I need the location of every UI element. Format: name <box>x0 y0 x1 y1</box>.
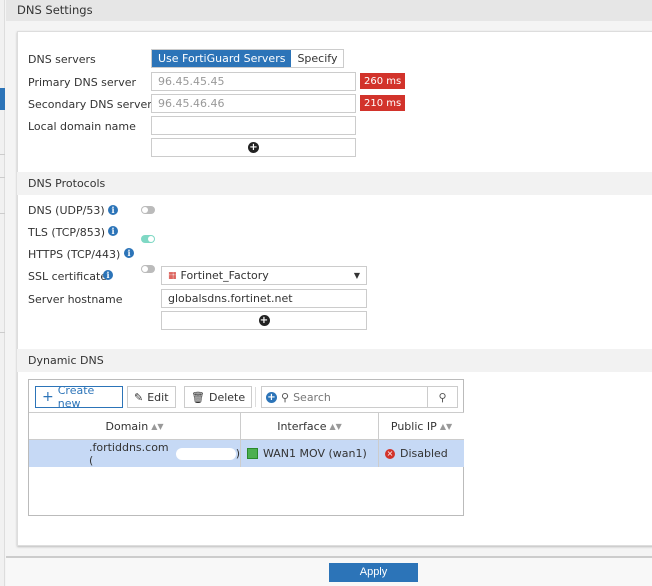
use-fortiguard-option[interactable]: Use FortiGuard Servers <box>152 50 292 67</box>
interface-value: WAN1 MOV (wan1) <box>263 447 367 460</box>
https-toggle[interactable] <box>141 265 155 273</box>
secondary-dns-field[interactable]: 96.45.46.46 <box>151 94 356 113</box>
info-icon[interactable]: i <box>108 226 118 236</box>
dynamic-dns-header: Dynamic DNS <box>17 349 652 372</box>
secondary-dns-label: Secondary DNS server <box>28 98 152 111</box>
specify-option[interactable]: Specify <box>291 50 343 67</box>
sort-icon: ▲▼ <box>329 421 342 431</box>
left-navigation <box>0 0 5 586</box>
add-hostname-button[interactable]: + <box>161 311 367 330</box>
primary-dns-label: Primary DNS server <box>28 76 137 89</box>
redacted <box>176 447 236 460</box>
apply-button[interactable]: Apply <box>329 563 418 582</box>
info-icon[interactable]: i <box>108 205 118 215</box>
divider <box>255 387 256 407</box>
info-icon[interactable]: i <box>103 270 113 280</box>
secondary-latency-badge: 210 ms <box>360 95 406 111</box>
disabled-x-icon: × <box>385 448 395 459</box>
search-input[interactable]: Search <box>293 391 331 404</box>
server-hostname-field[interactable]: globalsdns.fortinet.net <box>161 289 367 308</box>
sort-icon: ▲▼ <box>151 421 164 431</box>
create-new-button[interactable]: + Create new <box>35 384 123 410</box>
chevron-down-icon: ▼ <box>353 271 360 280</box>
tls-toggle[interactable] <box>141 235 155 243</box>
plus-icon: + <box>42 389 54 405</box>
info-icon[interactable]: i <box>124 248 134 258</box>
divider <box>0 213 5 214</box>
column-domain[interactable]: Domain ▲▼ <box>29 412 241 440</box>
add-filter-icon[interactable]: + <box>266 391 277 403</box>
local-domain-label: Local domain name <box>28 120 136 133</box>
protocol-tls-label: TLS (TCP/853) <box>28 226 105 239</box>
delete-button[interactable]: 🗑 Delete <box>184 386 253 408</box>
divider <box>0 332 5 333</box>
ssl-certificate-value: Fortinet_Factory <box>180 269 269 282</box>
column-interface[interactable]: Interface ▲▼ <box>241 412 379 440</box>
delete-label: Delete <box>208 390 246 404</box>
dns-protocols-header: DNS Protocols <box>17 172 652 195</box>
column-label: Public IP <box>390 419 437 433</box>
edit-label: Edit <box>147 390 169 404</box>
ssl-certificate-label: SSL certificate <box>28 270 108 283</box>
certificate-icon: ▦ <box>168 270 177 281</box>
sort-icon: ▲▼ <box>439 421 453 431</box>
local-domain-field[interactable] <box>151 116 356 135</box>
server-hostname-label: Server hostname <box>28 293 123 306</box>
column-label: Interface <box>277 419 327 433</box>
table-row-public-ip[interactable]: × Disabled <box>379 440 464 467</box>
search-box[interactable]: + ⚲ Search ⚲ <box>261 386 458 408</box>
column-label: Domain <box>105 419 149 433</box>
public-ip-value: Disabled <box>400 447 448 460</box>
divider <box>0 177 5 178</box>
page-title: DNS Settings <box>6 0 652 21</box>
ssl-certificate-select[interactable]: ▦ Fortinet_Factory ▼ <box>161 266 367 285</box>
domain-value-end: ) <box>235 447 240 460</box>
dns-servers-label: DNS servers <box>28 53 96 66</box>
trash-icon: 🗑 <box>191 390 205 404</box>
create-new-label: Create new <box>57 384 95 410</box>
table-row-interface[interactable]: WAN1 MOV (wan1) <box>241 440 379 467</box>
add-domain-button[interactable]: + <box>151 138 356 157</box>
edit-button[interactable]: ✎ Edit <box>127 386 176 408</box>
pencil-icon: ✎ <box>134 390 144 404</box>
port-icon <box>247 448 258 459</box>
domain-value: .fortiddns.com ( <box>89 440 169 467</box>
primary-dns-field[interactable]: 96.45.45.45 <box>151 72 356 91</box>
search-icon: ⚲ <box>281 390 290 404</box>
search-button[interactable]: ⚲ <box>427 387 457 407</box>
plus-circle-icon: + <box>258 315 270 326</box>
divider <box>0 154 5 155</box>
primary-latency-badge: 260 ms <box>360 73 406 89</box>
dns-udp-toggle[interactable] <box>141 206 155 214</box>
dns-servers-toggle: Use FortiGuard Servers Specify <box>151 49 345 68</box>
ddns-table: + Create new ✎ Edit 🗑 Delete + ⚲ Search ⚲ D… <box>28 379 464 516</box>
plus-circle-icon: + <box>248 142 259 153</box>
table-row-domain[interactable]: .fortiddns.com () <box>29 440 241 467</box>
nav-selected-item[interactable] <box>0 88 5 110</box>
protocol-dns-label: DNS (UDP/53) <box>28 204 105 217</box>
column-public-ip[interactable]: Public IP ▲▼ <box>379 412 464 440</box>
protocol-https-label: HTTPS (TCP/443) <box>28 248 121 261</box>
